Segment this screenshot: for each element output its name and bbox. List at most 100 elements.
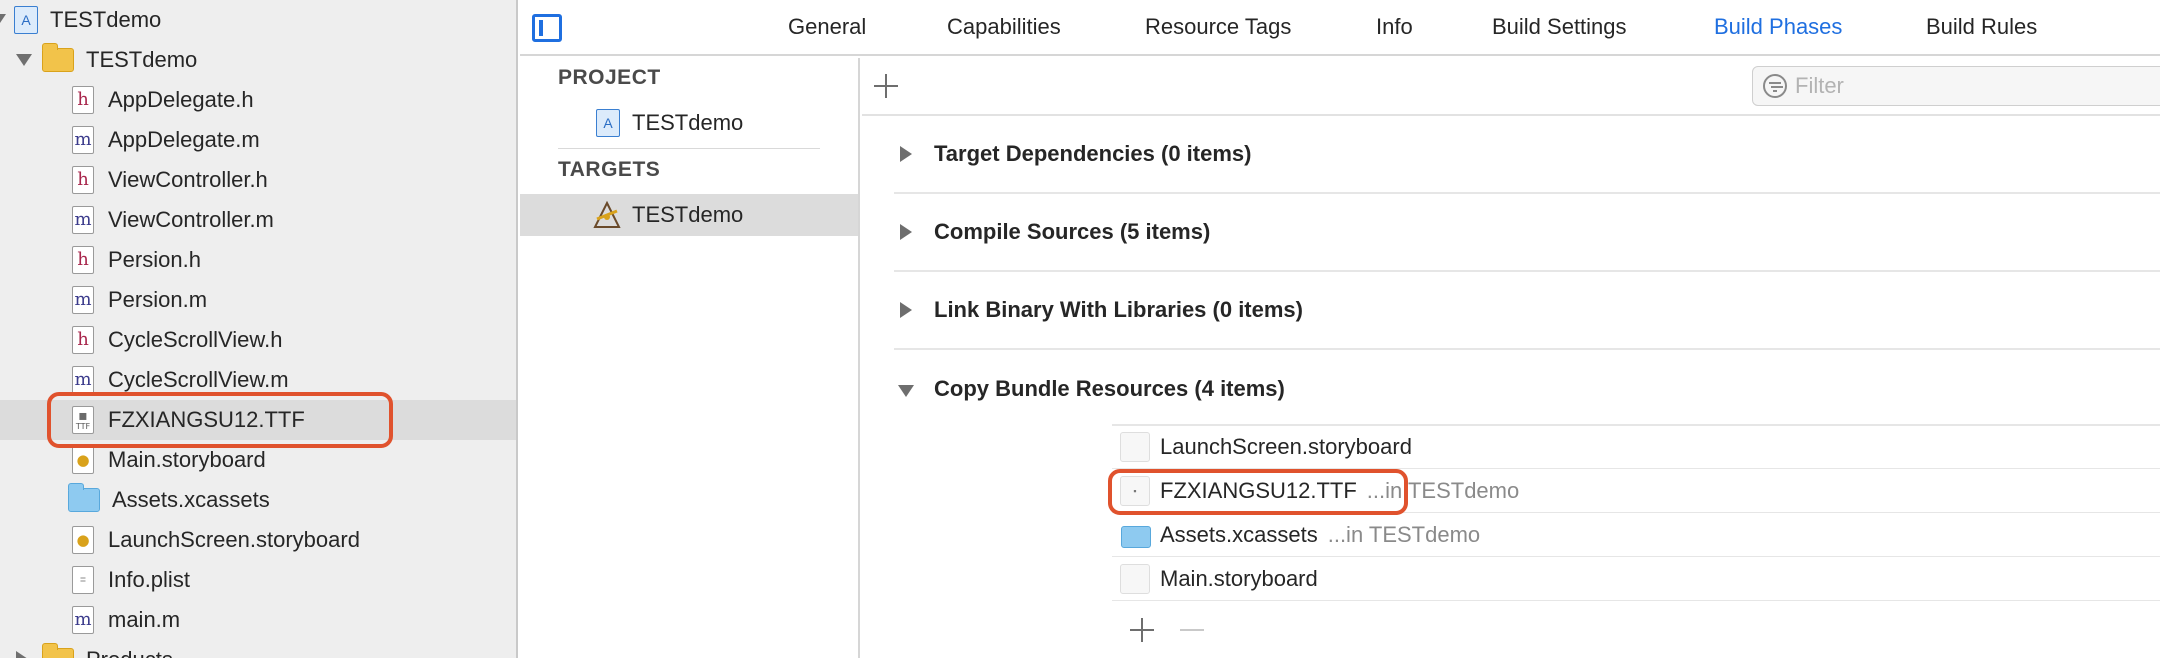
navigator-products-row[interactable]: Products — [0, 640, 516, 658]
navigator-file-row[interactable]: h AppDelegate.h — [0, 80, 516, 120]
phase-title: Link Binary With Libraries (0 items) — [934, 297, 1303, 322]
navigator-file-row[interactable]: ● LaunchScreen.storyboard — [0, 520, 516, 560]
tab-info[interactable]: Info — [1376, 0, 1413, 54]
file-name: AppDelegate.h — [108, 87, 254, 112]
project-section-header: PROJECT — [558, 66, 661, 89]
file-name: main.m — [108, 607, 181, 632]
add-resource-icon[interactable] — [1130, 618, 1154, 642]
phase-title: Copy Bundle Resources (4 items) — [934, 376, 1285, 401]
build-phases-editor: Target Dependencies (0 items) Compile So… — [862, 58, 2160, 658]
font-icon-label: TTF — [75, 422, 91, 431]
project-targets-list: PROJECT A TESTdemo TARGETS TESTdemo — [520, 58, 860, 658]
resource-name: LaunchScreen.storyboard — [1160, 433, 1412, 459]
disclosure-closed-icon[interactable] — [900, 224, 912, 240]
disclosure-open-icon[interactable] — [898, 384, 914, 397]
file-name: Main.storyboard — [108, 447, 266, 472]
navigator-file-row[interactable]: h Persion.h — [0, 240, 516, 280]
phase-compile-sources[interactable]: Compile Sources (5 items) — [894, 194, 2160, 272]
targets-section-header: TARGETS — [558, 158, 661, 181]
group-name: TESTdemo — [86, 47, 198, 72]
navigator-file-row[interactable]: m ViewController.m — [0, 200, 516, 240]
resource-row[interactable]: Assets.xcassets ...in TESTdemo — [1112, 513, 2160, 557]
filter-icon — [1763, 74, 1787, 98]
file-name: FZXIANGSU12.TTF — [108, 407, 305, 432]
source-file-icon: m — [72, 366, 94, 394]
source-file-icon: m — [72, 206, 94, 234]
navigator-group-row[interactable]: TESTdemo — [0, 40, 516, 80]
resource-row[interactable]: ▪ FZXIANGSU12.TTF ...in TESTdemo — [1112, 469, 2160, 513]
disclosure-closed-icon[interactable] — [900, 146, 912, 162]
storyboard-file-icon — [1120, 431, 1150, 462]
disclosure-closed-icon[interactable] — [900, 302, 912, 318]
phase-title: Target Dependencies (0 items) — [934, 141, 1252, 166]
file-name: Persion.h — [108, 247, 201, 272]
storyboard-file-icon: ● — [72, 526, 94, 554]
plist-file-icon: ≣ — [72, 566, 94, 594]
resource-row[interactable]: LaunchScreen.storyboard — [1112, 425, 2160, 469]
resource-name: FZXIANGSU12.TTF — [1160, 477, 1357, 503]
resource-name: Assets.xcassets — [1160, 521, 1318, 547]
filter-input[interactable] — [1795, 73, 2155, 99]
navigator-file-row[interactable]: h ViewController.h — [0, 160, 516, 200]
navigator-file-row[interactable]: m Persion.m — [0, 280, 516, 320]
folder-icon — [41, 43, 74, 72]
project-name: TESTdemo — [50, 7, 162, 32]
file-name: Persion.m — [108, 287, 208, 312]
tab-build-rules[interactable]: Build Rules — [1926, 0, 2037, 54]
phases-toolbar — [862, 58, 2160, 116]
tab-capabilities[interactable]: Capabilities — [947, 0, 1061, 54]
phase-copy-bundle-resources[interactable]: Copy Bundle Resources (4 items) — [894, 350, 2160, 428]
file-name: ViewController.m — [108, 207, 274, 232]
asset-catalog-icon — [1120, 520, 1151, 550]
app-target-icon — [592, 200, 622, 229]
resource-location: ...in TESTdemo — [1327, 521, 1481, 547]
header-file-icon: h — [72, 326, 94, 354]
resource-location: ...in TESTdemo — [1366, 477, 1520, 503]
navigator-file-row[interactable]: m CycleScrollView.m — [0, 360, 516, 400]
tab-resource-tags[interactable]: Resource Tags — [1145, 0, 1291, 54]
products-group-name: Products — [86, 647, 173, 658]
remove-resource-icon[interactable] — [1180, 629, 1204, 631]
file-name: Info.plist — [108, 567, 190, 592]
resource-row[interactable]: Main.storyboard — [1112, 557, 2160, 601]
navigator-file-row[interactable]: ● Main.storyboard — [0, 440, 516, 480]
navigator-file-row[interactable]: m AppDelegate.m — [0, 120, 516, 160]
folder-icon — [41, 643, 74, 658]
project-list-item[interactable]: A TESTdemo — [520, 102, 858, 144]
navigator-file-row[interactable]: h CycleScrollView.h — [0, 320, 516, 360]
disclosure-open-icon[interactable] — [16, 51, 34, 69]
add-phase-icon[interactable] — [874, 74, 898, 98]
phase-link-binary[interactable]: Link Binary With Libraries (0 items) — [894, 272, 2160, 350]
target-list-item[interactable]: TESTdemo — [520, 194, 858, 236]
sidebar-toggle-icon[interactable] — [532, 14, 562, 42]
navigator-file-row[interactable]: ▪ TTF FZXIANGSU12.TTF — [0, 400, 516, 440]
navigator-file-row[interactable]: Assets.xcassets — [0, 480, 516, 520]
navigator-project-row[interactable]: A TESTdemo — [0, 0, 516, 40]
font-file-icon: ▪ — [1120, 475, 1150, 506]
xcode-project-icon: A — [596, 109, 620, 137]
tab-general[interactable]: General — [788, 0, 866, 54]
file-name: ViewController.h — [108, 167, 268, 192]
font-file-icon: ▪ TTF — [72, 406, 94, 434]
target-item-label: TESTdemo — [632, 202, 744, 227]
file-name: AppDelegate.m — [108, 127, 260, 152]
project-item-label: TESTdemo — [632, 110, 744, 135]
project-navigator: A TESTdemo TESTdemo h AppDelegate.h m AppDe… — [0, 0, 518, 658]
header-file-icon: h — [72, 246, 94, 274]
header-file-icon: h — [72, 86, 94, 114]
header-file-icon: h — [72, 166, 94, 194]
phase-title: Compile Sources (5 items) — [934, 219, 1211, 244]
file-name: CycleScrollView.h — [108, 327, 283, 352]
disclosure-closed-icon[interactable] — [16, 651, 34, 658]
phase-target-dependencies[interactable]: Target Dependencies (0 items) — [894, 116, 2160, 194]
asset-catalog-icon — [67, 483, 100, 512]
navigator-file-row[interactable]: ≣ Info.plist — [0, 560, 516, 600]
filter-field[interactable] — [1752, 66, 2160, 106]
source-file-icon: m — [72, 286, 94, 314]
resource-name: Main.storyboard — [1160, 565, 1318, 591]
tab-build-settings[interactable]: Build Settings — [1492, 0, 1627, 54]
font-glyph: ▪ — [78, 408, 88, 424]
disclosure-open-icon[interactable] — [0, 11, 8, 29]
navigator-file-row[interactable]: m main.m — [0, 600, 516, 640]
tab-build-phases[interactable]: Build Phases — [1714, 0, 1842, 54]
